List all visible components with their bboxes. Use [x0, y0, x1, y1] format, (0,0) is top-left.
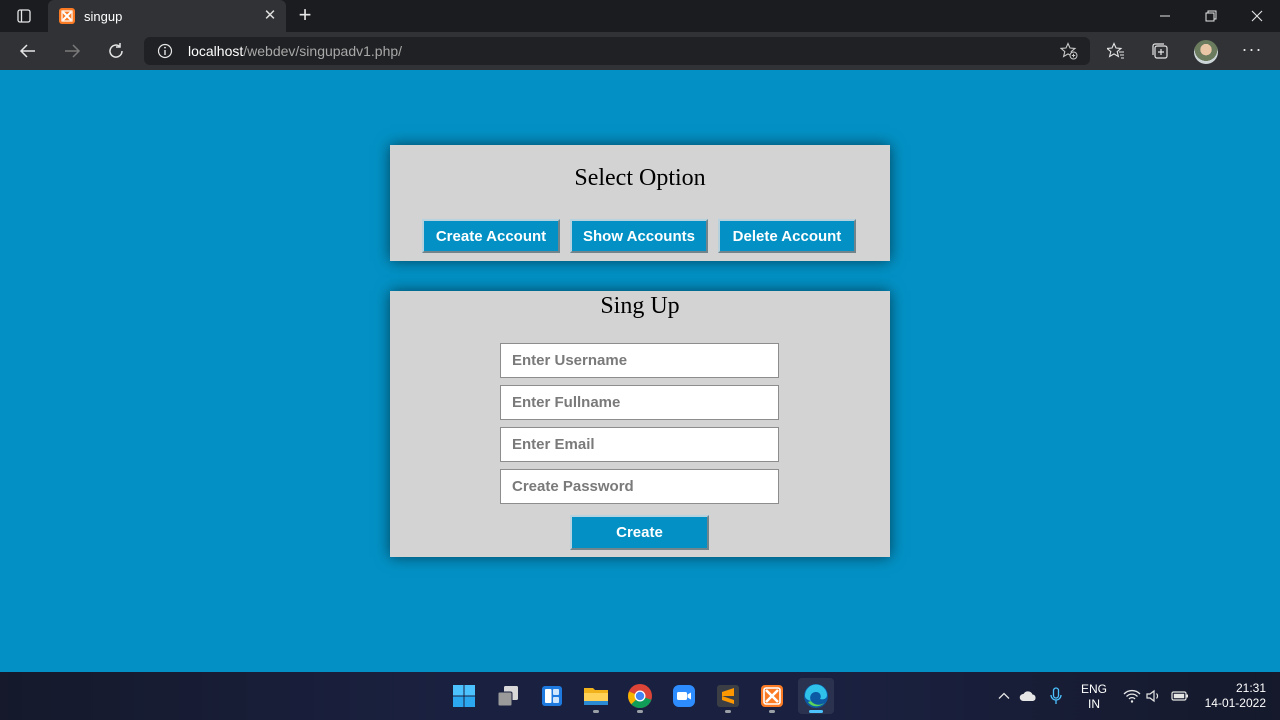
minimize-icon[interactable]: [1142, 0, 1188, 32]
url-text[interactable]: localhost/webdev/singupadv1.php/: [188, 43, 402, 59]
refresh-icon[interactable]: [101, 36, 131, 66]
running-indicator: [637, 710, 643, 713]
select-option-title: Select Option: [574, 165, 706, 191]
favorites-icon[interactable]: [1101, 36, 1131, 66]
battery-icon[interactable]: [1170, 686, 1190, 706]
browser-tab-active[interactable]: singup ✕: [48, 0, 286, 32]
option-button-row: Create Account Show Accounts Delete Acco…: [422, 219, 856, 253]
running-indicator: [809, 710, 823, 713]
more-menu-icon[interactable]: ···: [1238, 36, 1266, 66]
tab-actions-icon[interactable]: [10, 4, 38, 28]
edge-icon[interactable]: [798, 678, 834, 714]
create-button[interactable]: Create: [570, 515, 709, 550]
tab-title: singup: [84, 8, 123, 24]
lang-line-2: IN: [1088, 697, 1100, 711]
browser-toolbar: localhost/webdev/singupadv1.php/ ···: [0, 32, 1280, 70]
window-close-icon[interactable]: [1234, 0, 1280, 32]
show-accounts-button[interactable]: Show Accounts: [570, 219, 708, 253]
signup-panel: Sing Up Create: [390, 291, 890, 557]
tab-close-icon[interactable]: ✕: [262, 8, 278, 24]
running-indicator: [725, 710, 731, 713]
username-input[interactable]: [500, 343, 779, 378]
back-icon[interactable]: [13, 36, 43, 66]
onedrive-cloud-icon[interactable]: [1018, 686, 1038, 706]
wifi-icon[interactable]: [1122, 686, 1142, 706]
lang-line-1: ENG: [1080, 682, 1107, 696]
microphone-icon[interactable]: [1046, 686, 1066, 706]
start-icon[interactable]: [446, 678, 482, 714]
xampp-icon[interactable]: [754, 678, 790, 714]
email-input[interactable]: [500, 427, 779, 462]
system-clock[interactable]: 21:31 14-01-2022: [1196, 681, 1266, 711]
widgets-icon[interactable]: [534, 678, 570, 714]
xampp-favicon-icon: [59, 8, 75, 24]
volume-icon[interactable]: [1144, 686, 1164, 706]
delete-account-button[interactable]: Delete Account: [718, 219, 856, 253]
clock-date: 14-01-2022: [1204, 696, 1266, 710]
chrome-icon[interactable]: [622, 678, 658, 714]
restore-icon[interactable]: [1188, 0, 1234, 32]
chevron-up-icon[interactable]: [994, 686, 1014, 706]
input-language-indicator[interactable]: ENG IN: [1078, 682, 1110, 712]
fullname-input[interactable]: [500, 385, 779, 420]
running-indicator: [593, 710, 599, 713]
profile-avatar[interactable]: [1194, 40, 1218, 64]
sublime-text-icon[interactable]: [710, 678, 746, 714]
url-path: /webdev/singupadv1.php/: [243, 43, 403, 59]
address-bar[interactable]: localhost/webdev/singupadv1.php/: [144, 37, 1090, 65]
file-explorer-icon[interactable]: [578, 678, 614, 714]
zoom-icon[interactable]: [666, 678, 702, 714]
windows-taskbar: ENG IN 21:31 14-01-2022: [0, 672, 1280, 720]
password-input[interactable]: [500, 469, 779, 504]
collections-icon[interactable]: [1145, 36, 1175, 66]
new-tab-button[interactable]: +: [293, 4, 317, 28]
forward-icon[interactable]: [57, 36, 87, 66]
running-indicator: [769, 710, 775, 713]
site-info-icon[interactable]: [157, 43, 173, 64]
add-favorite-icon[interactable]: [1059, 42, 1078, 65]
signup-title: Sing Up: [600, 293, 680, 319]
select-option-panel: Select Option Create Account Show Accoun…: [390, 145, 890, 261]
create-account-button[interactable]: Create Account: [422, 219, 560, 253]
task-view-icon[interactable]: [490, 678, 526, 714]
url-host: localhost: [188, 43, 244, 59]
browser-tab-bar: singup ✕ +: [0, 0, 1280, 32]
clock-time: 21:31: [1235, 681, 1266, 695]
